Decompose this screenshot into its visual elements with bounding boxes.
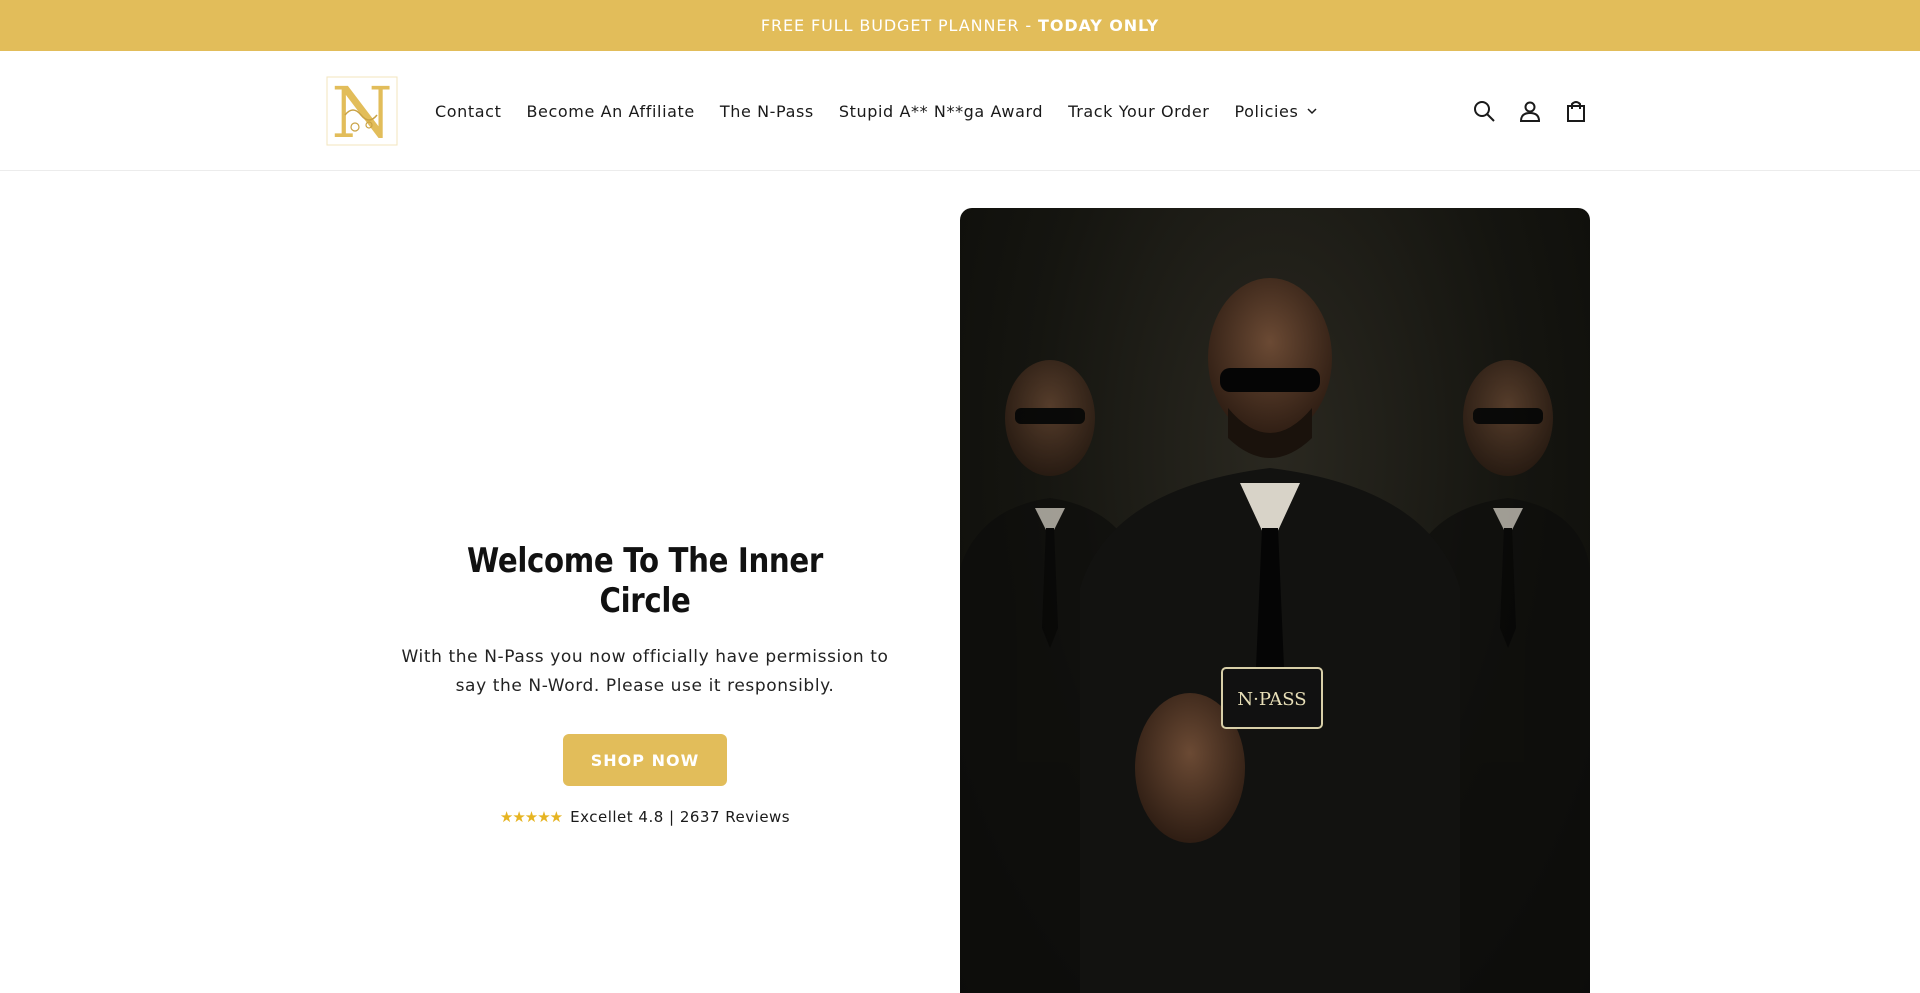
svg-text:N: N: [331, 75, 392, 147]
brand-logo[interactable]: N: [325, 75, 399, 147]
nav-item-become-affiliate[interactable]: Become An Affiliate: [526, 102, 694, 121]
announcement-bar: FREE FULL BUDGET PLANNER - TODAY ONLY: [0, 0, 1920, 51]
hero-subtitle: With the N-Pass you now officially have …: [401, 647, 889, 696]
nav-item-n-pass[interactable]: The N-Pass: [720, 102, 814, 121]
chevron-down-icon: [1307, 108, 1317, 115]
nav-label: Policies: [1234, 101, 1299, 121]
nav-item-award[interactable]: Stupid A** N**ga Award: [839, 102, 1043, 121]
rating-summary: ★★★★★ Excellet 4.8 | 2637 Reviews: [390, 808, 900, 826]
nav-label: Stupid A** N**ga Award: [838, 101, 1044, 121]
hero-section: Welcome To The Inner Circle With the N-P…: [0, 171, 1920, 993]
rating-text: Excellet 4.8 | 2637 Reviews: [570, 808, 791, 826]
nav-label: The N-Pass: [719, 101, 814, 121]
nav-label: Become An Affiliate: [526, 101, 695, 121]
hero-image: N·PASS: [960, 208, 1590, 993]
account-icon[interactable]: [1518, 99, 1542, 123]
main-nav: Contact Become An Affiliate The N-Pass S…: [435, 51, 1343, 171]
search-icon[interactable]: [1472, 99, 1496, 123]
nav-label: Track Your Order: [1068, 101, 1210, 121]
header-icons: [1472, 99, 1588, 123]
nav-item-contact[interactable]: Contact: [435, 102, 501, 121]
hero-text-block: Welcome To The Inner Circle With the N-P…: [390, 541, 900, 826]
nav-item-track-order[interactable]: Track Your Order: [1068, 102, 1209, 121]
cart-icon[interactable]: [1564, 99, 1588, 123]
nav-item-policies[interactable]: Policies: [1234, 102, 1318, 121]
nav-label: Contact: [435, 101, 502, 121]
hero-title: Welcome To The Inner Circle: [467, 541, 823, 621]
announcement-text: FREE FULL BUDGET PLANNER -: [760, 16, 1033, 35]
hero-illustration: N·PASS: [960, 278, 1590, 993]
announcement-highlight: TODAY ONLY: [1038, 16, 1160, 35]
site-header: N Contact Become An Affiliate The N-Pass…: [0, 51, 1920, 171]
star-rating-icon: ★★★★★: [499, 808, 563, 826]
shop-now-button[interactable]: SHOP NOW: [563, 734, 727, 786]
n-pass-card-text: N·PASS: [1237, 689, 1306, 710]
